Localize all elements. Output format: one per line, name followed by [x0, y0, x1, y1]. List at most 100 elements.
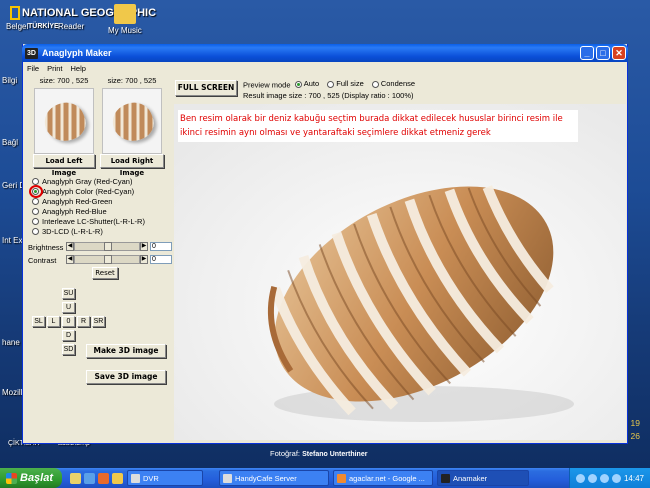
- taskbar-item-handycafe[interactable]: HandyCafe Server: [219, 470, 329, 486]
- shift-left-button[interactable]: SL: [32, 316, 45, 327]
- radio-button[interactable]: [32, 197, 39, 205]
- menu-bar: File Print Help: [23, 62, 627, 74]
- quick-launch-icon[interactable]: [98, 472, 109, 484]
- brightness-label: Brightness: [28, 242, 64, 252]
- left-image-size: size: 700 , 525: [39, 76, 89, 85]
- app-icon: [223, 473, 232, 483]
- mode-option[interactable]: Interleave LC-Shutter(L-R-L-R): [32, 216, 145, 226]
- center-button[interactable]: 0: [62, 316, 75, 327]
- tray-icon[interactable]: [599, 473, 609, 483]
- seashell-image: [174, 104, 626, 440]
- full-screen-button[interactable]: FULL SCREEN: [175, 80, 237, 96]
- down-button[interactable]: D: [62, 330, 75, 341]
- desktop-label-ie[interactable]: Int Ex: [2, 236, 22, 245]
- radio-button[interactable]: [327, 80, 335, 88]
- tray-icon[interactable]: [575, 473, 585, 483]
- shift-down-button[interactable]: SD: [62, 344, 75, 355]
- app-icon: [441, 473, 450, 483]
- make-3d-image-button[interactable]: Make 3D image: [86, 344, 166, 358]
- left-image-thumbnail: [34, 88, 94, 154]
- contrast-left-arrow-icon[interactable]: ◀: [66, 255, 74, 264]
- radio-button[interactable]: [32, 217, 39, 225]
- contrast-label: Contrast: [28, 255, 57, 265]
- tray-icon[interactable]: [587, 473, 597, 483]
- tray-icon[interactable]: [611, 473, 621, 483]
- app-icon: 3D: [25, 47, 38, 59]
- contrast-slider-thumb[interactable]: [104, 255, 112, 264]
- system-tray: 14:47: [568, 468, 650, 488]
- result-image-preview: Ben resim olarak bir deniz kabuğu seçtim…: [174, 104, 626, 440]
- menu-print[interactable]: Print: [47, 64, 62, 73]
- minimize-button[interactable]: _: [580, 46, 594, 60]
- radio-button-selected[interactable]: [294, 80, 302, 88]
- right-image-thumbnail-group: size: 700 , 525: [100, 76, 164, 154]
- result-image-size: Result image size : 700 , 525 (Display r…: [243, 90, 414, 100]
- shift-up-button[interactable]: SU: [62, 288, 75, 299]
- preview-option-condense[interactable]: Condense: [371, 79, 415, 89]
- taskbar-item-dvr[interactable]: DVR: [127, 470, 203, 486]
- quick-launch-icon[interactable]: [84, 472, 95, 484]
- menu-file[interactable]: File: [27, 64, 39, 73]
- firefox-icon: [337, 473, 346, 483]
- brightness-left-arrow-icon[interactable]: ◀: [66, 242, 74, 251]
- taskbar: Başlat DVR HandyCafe Server agaclar.net …: [0, 468, 650, 488]
- reset-button[interactable]: Reset: [92, 267, 118, 279]
- start-button[interactable]: Başlat: [0, 468, 62, 488]
- left-button[interactable]: L: [47, 316, 60, 327]
- mode-option[interactable]: Anaglyph Red-Green: [32, 196, 145, 206]
- quick-launch-icon[interactable]: [112, 472, 123, 484]
- contrast-right-arrow-icon[interactable]: ▶: [140, 255, 148, 264]
- radio-button[interactable]: [32, 207, 39, 215]
- mode-option[interactable]: Anaglyph Gray (Red-Cyan): [32, 176, 145, 186]
- window-title: Anaglyph Maker: [42, 48, 112, 58]
- up-button[interactable]: U: [62, 302, 75, 313]
- quick-launch-icon[interactable]: [70, 472, 81, 484]
- right-image-size: size: 700 , 525: [107, 76, 157, 85]
- mode-option[interactable]: Anaglyph Color (Red-Cyan): [32, 186, 145, 196]
- menu-help[interactable]: Help: [71, 64, 86, 73]
- desktop-label-bilgi[interactable]: Bilgi: [2, 76, 17, 85]
- app-icon: [131, 473, 140, 483]
- clock[interactable]: 14:47: [624, 474, 644, 483]
- windows-logo-icon: [6, 472, 17, 484]
- right-button[interactable]: R: [77, 316, 90, 327]
- maximize-button[interactable]: □: [596, 46, 610, 60]
- brightness-right-arrow-icon[interactable]: ▶: [140, 242, 148, 251]
- control-panel: size: 700 , 525 size: 700 , 525 Load Lef…: [26, 76, 172, 440]
- load-left-image-button[interactable]: Load Left Image: [33, 154, 95, 177]
- taskbar-item-browser[interactable]: agaclar.net - Google ...: [333, 470, 433, 486]
- red-annotation-circle: [29, 185, 43, 198]
- annotation-note: Ben resim olarak bir deniz kabuğu seçtim…: [178, 110, 578, 142]
- desktop-icon-belgel[interactable]: Belgel: [6, 22, 28, 31]
- desktop-icon-my-music[interactable]: My Music: [108, 4, 142, 35]
- brightness-value-field[interactable]: 0: [150, 242, 172, 251]
- desktop-label-bagl[interactable]: Bağl: [2, 138, 18, 147]
- preview-panel: FULL SCREEN Preview mode Auto Full size …: [173, 76, 627, 442]
- quick-launch: [70, 472, 123, 484]
- title-bar[interactable]: 3D Anaglyph Maker _ □ ✕: [22, 44, 628, 62]
- preview-mode-label: Preview mode: [243, 80, 291, 90]
- contrast-value-field[interactable]: 0: [150, 255, 172, 264]
- photo-credit: Fotoğraf: Stefano Unterthiner: [270, 449, 368, 458]
- anaglyph-mode-group: Anaglyph Gray (Red-Cyan) Anaglyph Color …: [29, 176, 145, 236]
- anaglyph-maker-window: 3D Anaglyph Maker _ □ ✕ File Print Help …: [22, 44, 628, 444]
- load-right-image-button[interactable]: Load Right Image: [100, 154, 164, 177]
- preview-info: Preview mode Auto Full size Condense Res…: [243, 79, 421, 101]
- save-3d-image-button[interactable]: Save 3D image: [86, 370, 166, 384]
- preview-option-auto[interactable]: Auto: [294, 79, 319, 89]
- brightness-slider-thumb[interactable]: [104, 242, 112, 251]
- mode-option[interactable]: 3D-LCD (L-R-L-R): [32, 226, 145, 236]
- shift-right-button[interactable]: SR: [92, 316, 105, 327]
- left-image-thumbnail-group: size: 700 , 525: [32, 76, 96, 154]
- folder-icon: [113, 4, 136, 24]
- radio-button[interactable]: [32, 227, 39, 235]
- radio-button[interactable]: [32, 177, 39, 185]
- taskbar-item-anamaker[interactable]: Anamaker: [437, 470, 529, 486]
- preview-option-full-size[interactable]: Full size: [327, 79, 364, 89]
- right-image-thumbnail: [102, 88, 162, 154]
- mode-option[interactable]: Anaglyph Red-Blue: [32, 206, 145, 216]
- desktop-label-mozilla[interactable]: Mozill: [2, 388, 22, 397]
- close-button[interactable]: ✕: [612, 46, 626, 60]
- desktop-icon-reader[interactable]: Reader: [58, 22, 84, 31]
- radio-button[interactable]: [371, 80, 379, 88]
